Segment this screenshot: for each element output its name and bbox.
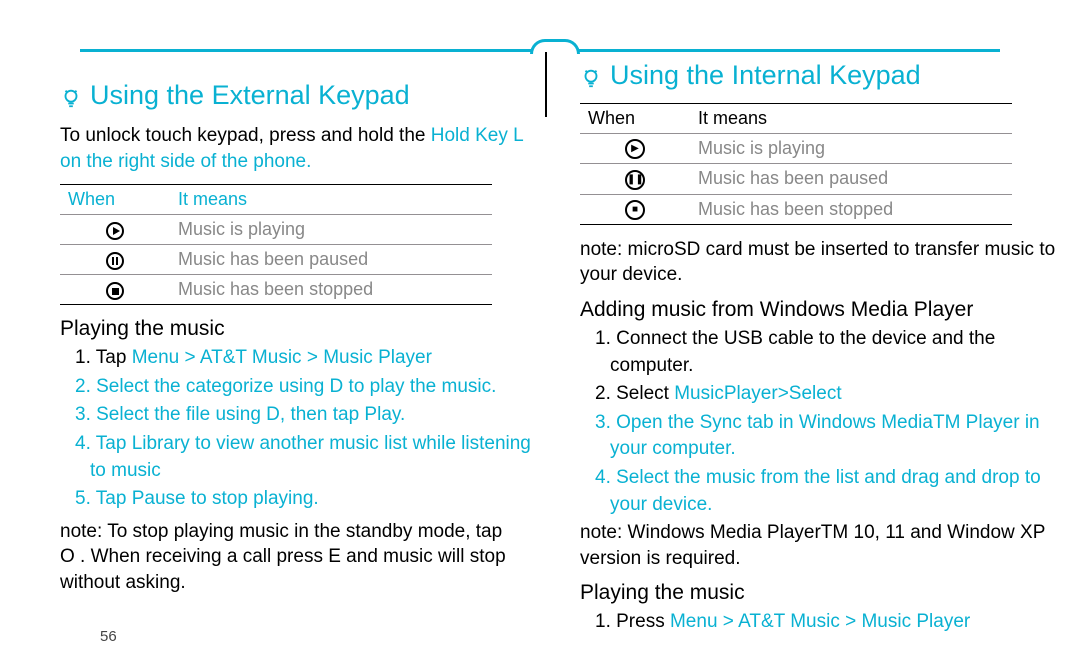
note-stop-playing: note: To stop playing music in the stand… [60,519,540,596]
s5c: to stop playing. [186,488,319,509]
step-2: 2. Select the categorize using D to play… [75,374,540,401]
s1a: 1. Tap [75,347,126,368]
section-title-internal: Using the Internal Keypad [580,60,1060,91]
right-column: Using the Internal Keypad When It means … [570,60,1060,638]
playing-steps: 1. Tap Menu > AT&T Music > Music Player … [60,345,540,513]
col-when: When [60,185,170,215]
add-step-4: 4. Select the music from the list and dr… [595,465,1060,518]
page-content: Using the External Keypad To unlock touc… [0,0,1080,658]
s3d: Play. [364,404,405,425]
s3a: 3. Open the Sync tab in Windows Media [595,412,933,433]
page-number: 56 [100,628,117,645]
note-wmp: note: Windows Media PlayerTM 10, 11 and … [580,520,1060,571]
intro-plain: To unlock touch keypad, press and hold t… [60,125,425,146]
title-text: Using the Internal Keypad [610,60,921,91]
table-row: ❚❚ Music has been paused [580,164,1012,194]
adding-steps: 1. Connect the USB cable to the device a… [580,326,1060,518]
s2b: D [330,376,344,397]
left-column: Using the External Keypad To unlock touc… [60,60,550,638]
play-icon [106,222,124,240]
pause-icon: ❚❚ [625,170,645,190]
s5b: Pause [132,488,186,509]
title-text: Using the External Keypad [90,80,410,111]
lightbulb-icon [60,85,82,107]
s3c: , then tap [280,404,365,425]
meaning-cell: Music has been paused [690,164,1012,194]
stop-icon: ■ [625,200,645,220]
when-icon-cell [60,275,170,305]
meaning-cell: Music has been stopped [170,275,492,305]
when-icon-cell [60,245,170,275]
meaning-cell: Music has been stopped [690,194,1012,224]
intro-teal-suffix: on the right side of the phone. [60,151,311,172]
col-when: When [580,104,690,134]
play-icon: ▶ [625,139,645,159]
when-icon-cell: ■ [580,194,690,224]
note1b: O . When receiving a call press [60,546,328,567]
add-step-3: 3. Open the Sync tab in Windows MediaTM … [595,410,1060,463]
note-microsd: note: microSD card must be inserted to t… [580,237,1060,288]
note1a: note: To stop playing music in the stand… [60,521,502,542]
divider-tab [530,39,580,54]
ps1b: Menu > AT&T Music > Music Player [670,611,970,632]
playing-steps-right: 1. Press Menu > AT&T Music > Music Playe… [580,609,1060,636]
col-meaning: It means [690,104,1012,134]
nwa: note: Windows Media Player [580,522,821,543]
s2b: MusicPlayer>Select [674,383,841,404]
intro-text: To unlock touch keypad, press and hold t… [60,123,540,174]
ps1a: 1. Press [595,611,670,632]
table-row: Music has been stopped [60,275,492,305]
col-meaning: It means [170,185,492,215]
pause-icon [106,252,124,270]
internal-status-table: When It means ▶ Music is playing ❚❚ Musi… [580,103,1012,225]
tm-mark: TM [821,522,848,543]
meaning-cell: Music is playing [690,134,1012,164]
step-1: 1. Tap Menu > AT&T Music > Music Player [75,345,540,372]
meaning-cell: Music is playing [170,215,492,245]
s5a: 5. Tap [75,488,132,509]
table-row: Music has been paused [60,245,492,275]
hold-key-label: Hold Key L [431,125,523,146]
external-status-table: When It means Music is playing Music has… [60,184,492,305]
s3b: D [266,404,280,425]
s4a: 4. Tap [75,433,132,454]
play-step-1: 1. Press Menu > AT&T Music > Music Playe… [595,609,1060,636]
table-row: Music is playing [60,215,492,245]
stop-icon [106,282,124,300]
tm-mark: TM [933,412,960,433]
s3a: 3. Select the file using [75,404,266,425]
adding-music-title: Adding music from Windows Media Player [580,298,1060,322]
playing-music-title-right: Playing the music [580,581,1060,605]
step-5: 5. Tap Pause to stop playing. [75,486,540,513]
playing-music-title: Playing the music [60,317,540,341]
lightbulb-icon [580,65,602,87]
when-icon-cell: ▶ [580,134,690,164]
s2a: 2. Select [595,383,674,404]
add-step-1: 1. Connect the USB cable to the device a… [595,326,1060,379]
add-step-2: 2. Select MusicPlayer>Select [595,381,1060,408]
table-row: ■ Music has been stopped [580,194,1012,224]
when-icon-cell: ❚❚ [580,164,690,194]
when-icon-cell [60,215,170,245]
step-3: 3. Select the file using D, then tap Pla… [75,402,540,429]
s2c: to play the music. [343,376,496,397]
table-header-row: When It means [60,185,492,215]
note1c: E [328,546,341,567]
step-4: 4. Tap Library to view another music lis… [75,431,540,484]
section-title-external: Using the External Keypad [60,80,540,111]
s2a: 2. Select the categorize using [75,376,330,397]
s1b: Menu > AT&T Music > Music Player [132,347,432,368]
table-header-row: When It means [580,104,1012,134]
meaning-cell: Music has been paused [170,245,492,275]
s4b: Library [132,433,190,454]
table-row: ▶ Music is playing [580,134,1012,164]
